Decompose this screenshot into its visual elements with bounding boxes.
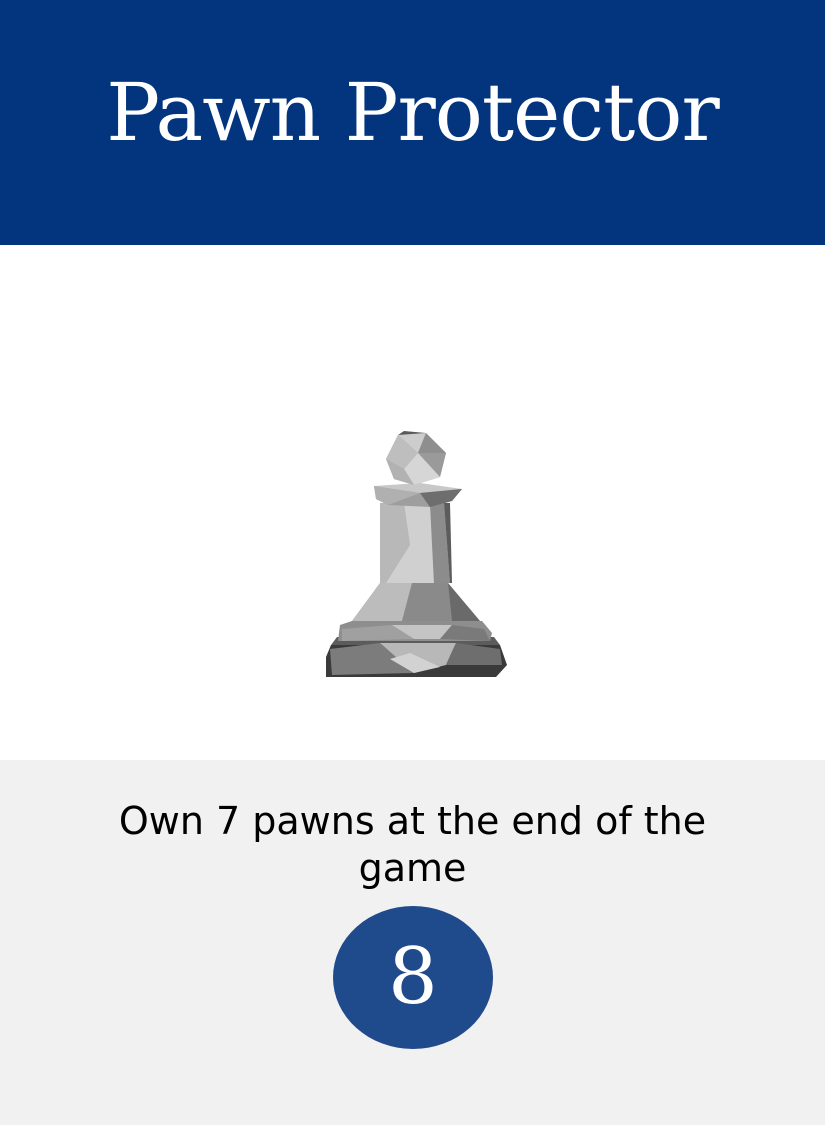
card-title: Pawn Protector xyxy=(106,66,719,159)
card-footer: Own 7 pawns at the end of the game 8 xyxy=(0,760,825,1125)
achievement-card: Pawn Protector Own 7 pawns at the end of… xyxy=(0,0,825,1125)
card-image xyxy=(0,245,825,760)
chess-pawn-icon xyxy=(326,431,507,677)
card-value: 8 xyxy=(388,931,438,1022)
card-value-badge: 8 xyxy=(333,906,493,1049)
card-header: Pawn Protector xyxy=(0,0,825,245)
card-description: Own 7 pawns at the end of the game xyxy=(118,799,707,890)
